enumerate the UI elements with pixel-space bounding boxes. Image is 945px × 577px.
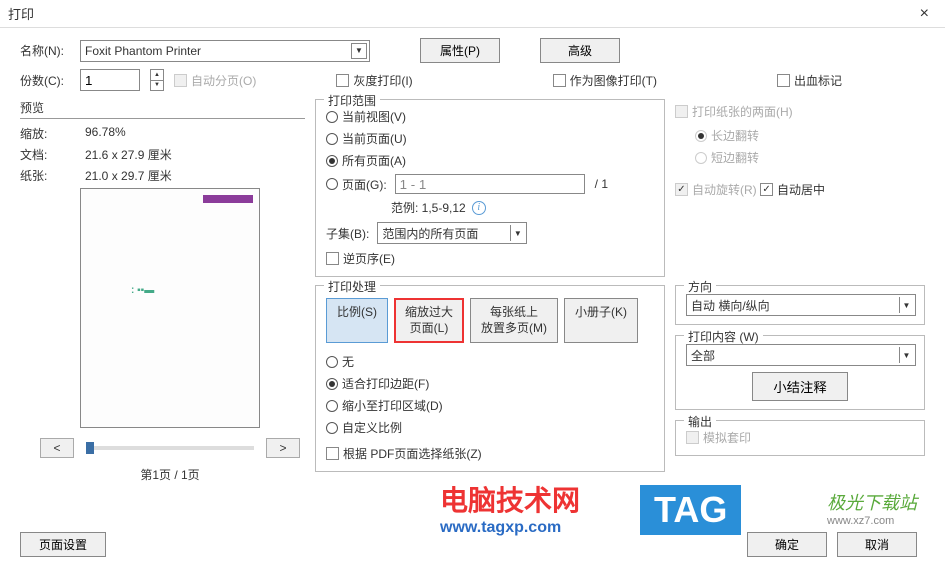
cancel-button[interactable]: 取消 bbox=[837, 532, 917, 557]
grayscale-checkbox[interactable] bbox=[336, 74, 349, 87]
by-pdf-page-label: 根据 PDF页面选择纸张(Z) bbox=[343, 445, 482, 462]
collate-label: 自动分页(O) bbox=[191, 72, 256, 89]
ok-button[interactable]: 确定 bbox=[747, 532, 827, 557]
copies-input[interactable] bbox=[80, 69, 140, 91]
chevron-down-icon: ▼ bbox=[510, 225, 524, 241]
handling-fieldset: 打印处理 比例(S) 缩放过大 页面(L) 每张纸上 放置多页(M) 小册子(K… bbox=[315, 285, 665, 472]
as-image-label: 作为图像打印(T) bbox=[570, 72, 657, 89]
tab-multiple[interactable]: 每张纸上 放置多页(M) bbox=[470, 298, 558, 343]
print-content-legend: 打印内容 (W) bbox=[684, 328, 763, 345]
reverse-order-label: 逆页序(E) bbox=[343, 250, 395, 267]
direction-value: 自动 横向/纵向 bbox=[691, 297, 770, 314]
scale-none-label: 无 bbox=[342, 353, 354, 370]
custom-ratio-label: 自定义比例 bbox=[342, 419, 402, 436]
scale-none-radio[interactable] bbox=[326, 356, 338, 368]
long-edge-radio bbox=[695, 130, 707, 142]
long-edge-label: 长边翻转 bbox=[711, 127, 759, 144]
page-counter: 第1页 / 1页 bbox=[40, 466, 300, 483]
subset-label: 子集(B): bbox=[326, 225, 369, 242]
by-pdf-page-checkbox[interactable] bbox=[326, 447, 339, 460]
reverse-order-checkbox[interactable] bbox=[326, 252, 339, 265]
fit-margins-label: 适合打印边距(F) bbox=[342, 375, 429, 392]
current-view-label: 当前视图(V) bbox=[342, 108, 406, 125]
direction-fieldset: 方向 自动 横向/纵向 ▼ bbox=[675, 285, 925, 325]
simulate-label: 模拟套印 bbox=[703, 429, 751, 446]
content-select[interactable]: 全部 ▼ bbox=[686, 344, 916, 366]
subset-select[interactable]: 范围内的所有页面 ▼ bbox=[377, 222, 527, 244]
print-range-fieldset: 打印范围 当前视图(V) 当前页面(U) 所有页面(A) 页面(G): / 1 … bbox=[315, 99, 665, 277]
pages-radio[interactable] bbox=[326, 178, 338, 190]
preview-element: : ▪▪▬ bbox=[131, 285, 154, 296]
next-page-button[interactable]: > bbox=[266, 438, 300, 458]
tab-booklet[interactable]: 小册子(K) bbox=[564, 298, 638, 343]
output-legend: 输出 bbox=[684, 413, 716, 430]
pages-label: 页面(G): bbox=[342, 176, 387, 193]
chevron-down-icon: ▼ bbox=[899, 347, 913, 363]
watermark: 极光下载站 www.xz7.com bbox=[827, 489, 917, 527]
duplex-checkbox bbox=[675, 105, 688, 118]
copies-spinner[interactable]: ▲▼ bbox=[150, 69, 164, 91]
handling-legend: 打印处理 bbox=[324, 278, 380, 295]
grayscale-label: 灰度打印(I) bbox=[353, 72, 412, 89]
auto-center-checkbox[interactable] bbox=[760, 183, 773, 196]
printer-name-label: 名称(N): bbox=[20, 42, 70, 59]
print-content-fieldset: 打印内容 (W) 全部 ▼ 小结注释 bbox=[675, 335, 925, 410]
short-edge-radio bbox=[695, 152, 707, 164]
info-icon[interactable]: i bbox=[472, 201, 486, 215]
doc-label: 文档: bbox=[20, 146, 55, 163]
duplex-label: 打印纸张的两面(H) bbox=[692, 103, 793, 120]
shrink-area-label: 缩小至打印区域(D) bbox=[342, 397, 443, 414]
bleed-label: 出血标记 bbox=[794, 72, 842, 89]
custom-ratio-radio[interactable] bbox=[326, 422, 338, 434]
tab-shrink-large[interactable]: 缩放过大 页面(L) bbox=[394, 298, 464, 343]
auto-rotate-label: 自动旋转(R) bbox=[692, 181, 757, 198]
properties-button[interactable]: 属性(P) bbox=[420, 38, 500, 63]
copies-label: 份数(C): bbox=[20, 72, 70, 89]
all-pages-radio[interactable] bbox=[326, 155, 338, 167]
titlebar: 打印 × bbox=[0, 0, 945, 28]
printer-value: Foxit Phantom Printer bbox=[85, 44, 201, 58]
collate-checkbox bbox=[174, 74, 187, 87]
auto-rotate-checkbox bbox=[675, 183, 688, 196]
chevron-down-icon: ▼ bbox=[351, 43, 367, 59]
window-title: 打印 bbox=[8, 4, 34, 23]
zoom-label: 缩放: bbox=[20, 125, 55, 142]
direction-select[interactable]: 自动 横向/纵向 ▼ bbox=[686, 294, 916, 316]
content-value: 全部 bbox=[691, 347, 715, 364]
tab-scale[interactable]: 比例(S) bbox=[326, 298, 388, 343]
direction-legend: 方向 bbox=[684, 278, 716, 295]
prev-page-button[interactable]: < bbox=[40, 438, 74, 458]
bleed-checkbox[interactable] bbox=[777, 74, 790, 87]
preview-element bbox=[203, 195, 253, 203]
preview-title: 预览 bbox=[20, 99, 305, 119]
shrink-area-radio[interactable] bbox=[326, 400, 338, 412]
summary-comments-button[interactable]: 小结注释 bbox=[752, 372, 847, 401]
fit-margins-radio[interactable] bbox=[326, 378, 338, 390]
pages-total: / 1 bbox=[595, 177, 608, 191]
page-setup-button[interactable]: 页面设置 bbox=[20, 532, 106, 557]
advanced-button[interactable]: 高级 bbox=[540, 38, 620, 63]
doc-value: 21.6 x 27.9 厘米 bbox=[85, 146, 172, 163]
print-range-legend: 打印范围 bbox=[324, 92, 380, 109]
printer-select[interactable]: Foxit Phantom Printer ▼ bbox=[80, 40, 370, 62]
simulate-checkbox bbox=[686, 431, 699, 444]
preview-thumbnail: : ▪▪▬ bbox=[80, 188, 260, 428]
zoom-value: 96.78% bbox=[85, 125, 126, 142]
paper-value: 21.0 x 29.7 厘米 bbox=[85, 167, 172, 184]
current-page-label: 当前页面(U) bbox=[342, 130, 407, 147]
auto-center-label: 自动居中 bbox=[777, 181, 825, 198]
chevron-down-icon: ▼ bbox=[899, 297, 913, 313]
page-slider[interactable] bbox=[86, 446, 254, 450]
current-page-radio[interactable] bbox=[326, 133, 338, 145]
as-image-checkbox[interactable] bbox=[553, 74, 566, 87]
pages-input[interactable] bbox=[395, 174, 585, 194]
paper-label: 纸张: bbox=[20, 167, 55, 184]
output-fieldset: 输出 模拟套印 bbox=[675, 420, 925, 456]
current-view-radio[interactable] bbox=[326, 111, 338, 123]
range-hint: 范例: 1,5-9,12 bbox=[391, 199, 466, 216]
close-icon[interactable]: × bbox=[912, 5, 937, 23]
subset-value: 范围内的所有页面 bbox=[382, 225, 478, 242]
all-pages-label: 所有页面(A) bbox=[342, 152, 406, 169]
short-edge-label: 短边翻转 bbox=[711, 149, 759, 166]
